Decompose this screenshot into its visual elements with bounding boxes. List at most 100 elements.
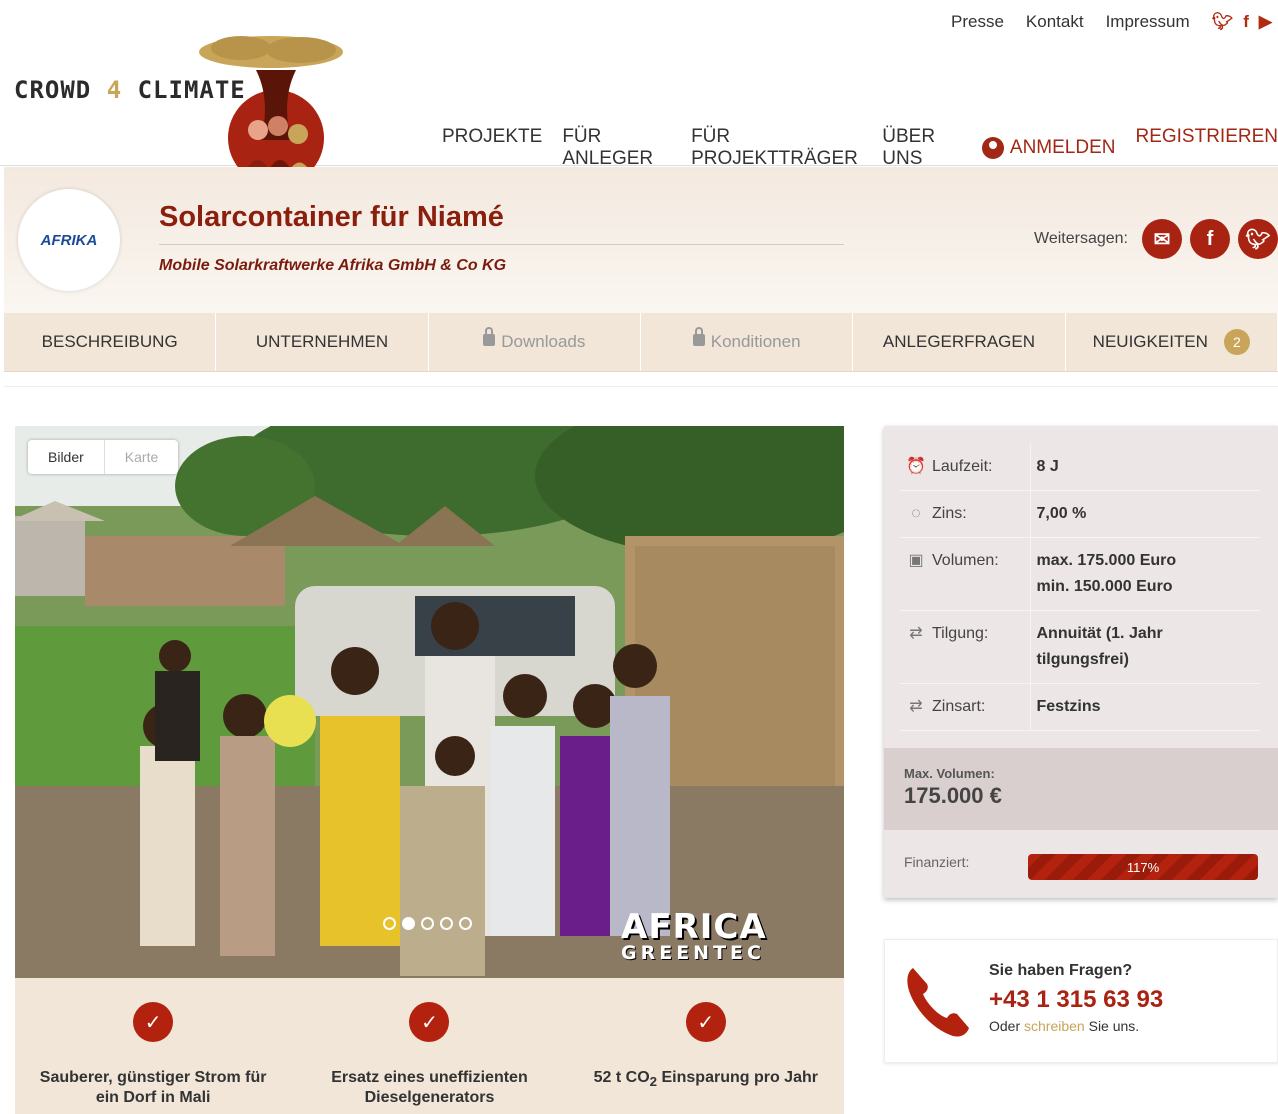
- nav-projekte[interactable]: PROJEKTE: [442, 126, 542, 170]
- condition-row-laufzeit: ⏰ Laufzeit: 8 J: [900, 444, 1260, 491]
- repeat-icon: ⇄: [909, 625, 923, 642]
- funding-progress-bar: 117%: [1028, 854, 1258, 880]
- write-prefix: Oder: [989, 1018, 1025, 1034]
- repeat-icon: ⇄: [909, 698, 923, 715]
- social-links: 🐦︎ f ▶: [1212, 12, 1272, 32]
- login-link[interactable]: ANMELDEN: [981, 126, 1116, 170]
- email-icon[interactable]: ✉: [1142, 219, 1182, 259]
- write-email-link[interactable]: schreiben: [1024, 1018, 1085, 1034]
- watermark-line-1: AFRICA: [621, 907, 767, 947]
- contact-question: Sie haben Fragen?: [989, 962, 1133, 979]
- nav-ueber-uns[interactable]: ÜBER UNS: [882, 126, 962, 170]
- company-logo-text: AFRIKA: [40, 231, 98, 249]
- tab-anlegerfragen[interactable]: ANLEGERFRAGEN: [853, 313, 1066, 371]
- tab-konditionen[interactable]: Konditionen: [641, 313, 854, 371]
- highlight-text-suffix: Einsparung pro Jahr: [657, 1069, 818, 1086]
- project-company-logo: AFRIKA: [18, 189, 120, 291]
- condition-label: Zins:: [932, 505, 967, 522]
- logo-four: 4: [106, 76, 123, 104]
- twitter-icon[interactable]: 🐦︎: [1212, 12, 1234, 32]
- gallery-view-toggle: Bilder Karte: [28, 440, 179, 474]
- slide-dot-active[interactable]: [402, 917, 415, 930]
- tab-unternehmen[interactable]: UNTERNEHMEN: [216, 313, 429, 371]
- view-images-button[interactable]: Bilder: [28, 440, 105, 474]
- condition-row-tilgung: ⇄ Tilgung: Annuität (1. Jahr tilgungsfrei): [900, 610, 1260, 684]
- top-links: Presse Kontakt Impressum 🐦︎ f ▶: [951, 12, 1272, 32]
- logo-word-crowd: CROWD: [14, 76, 92, 104]
- tab-label: BESCHREIBUNG: [41, 332, 178, 351]
- youtube-icon[interactable]: ▶: [1259, 12, 1272, 32]
- view-map-button[interactable]: Karte: [105, 440, 178, 474]
- write-suffix: Sie uns.: [1084, 1018, 1140, 1034]
- condition-value-line: tilgungsfrei): [1036, 651, 1129, 668]
- facebook-icon[interactable]: f: [1190, 219, 1230, 259]
- nav-fuer-anleger[interactable]: FÜR ANLEGER: [562, 126, 671, 170]
- condition-key: ⇄ Zinsart:: [900, 683, 1031, 731]
- project-photo: [15, 426, 844, 978]
- condition-value: 7,00 %: [1030, 490, 1260, 538]
- funded-percent: 117%: [1126, 859, 1160, 875]
- login-label: ANMELDEN: [1009, 137, 1116, 158]
- max-volume-panel: Max. Volumen: 175.000 €: [884, 748, 1278, 830]
- user-icon: [981, 137, 1004, 159]
- contact-phone-number[interactable]: +43 1 315 63 93: [989, 986, 1163, 1014]
- highlight-item: ✓ 52 t CO2 Einsparung pro Jahr: [568, 978, 844, 1114]
- highlight-text-subscript: 2: [649, 1074, 658, 1090]
- project-highlights: ✓ Sauberer, günstiger Strom für ein Dorf…: [15, 978, 844, 1114]
- contact-link[interactable]: Kontakt: [1026, 12, 1084, 32]
- project-header: AFRIKA Solarcontainer für Niamé Mobile S…: [4, 167, 1278, 313]
- condition-label: Volumen:: [932, 552, 999, 569]
- condition-value-line: min. 150.000 Euro: [1036, 578, 1173, 595]
- share-bar: Weitersagen: ✉ f 🐦︎: [1034, 219, 1278, 259]
- highlight-text: Sauberer, günstiger Strom für ein Dorf i…: [39, 1069, 267, 1106]
- check-icon: ✓: [685, 1002, 726, 1042]
- condition-row-volumen: ▣ Volumen: max. 175.000 Euro min. 150.000 …: [900, 537, 1260, 611]
- register-link[interactable]: REGISTRIEREN: [1135, 126, 1278, 170]
- tab-downloads[interactable]: Downloads: [429, 313, 641, 371]
- twitter-icon[interactable]: 🐦︎: [1238, 219, 1278, 259]
- condition-key: ▣ Volumen:: [900, 537, 1031, 611]
- slide-indicators: [383, 917, 472, 930]
- tab-beschreibung[interactable]: BESCHREIBUNG: [4, 313, 217, 371]
- facebook-icon[interactable]: f: [1243, 12, 1249, 32]
- press-link[interactable]: Presse: [951, 12, 1004, 32]
- check-icon: ✓: [133, 1002, 174, 1042]
- condition-row-zins: ◌ Zins: 7,00 %: [900, 490, 1260, 538]
- project-company-name[interactable]: Mobile Solarkraftwerke Afrika GmbH & Co …: [159, 257, 506, 275]
- condition-label: Zinsart:: [932, 698, 986, 715]
- slide-dot[interactable]: [383, 917, 396, 930]
- condition-value-line: Annuität (1. Jahr: [1036, 625, 1163, 642]
- imprint-link[interactable]: Impressum: [1106, 12, 1190, 32]
- condition-key: ◌ Zins:: [900, 490, 1031, 538]
- tab-label: NEUIGKEITEN: [1092, 332, 1208, 351]
- project-tabs: BESCHREIBUNG UNTERNEHMEN Downloads Kondi…: [4, 313, 1278, 372]
- condition-value: max. 175.000 Euro min. 150.000 Euro: [1030, 537, 1260, 611]
- condition-row-zinsart: ⇄ Zinsart: Festzins: [900, 683, 1260, 731]
- condition-label: Tilgung:: [932, 625, 989, 642]
- project-image-gallery[interactable]: Bilder Karte AFRICA GREENTEC: [15, 426, 844, 978]
- condition-value: Festzins: [1030, 683, 1260, 731]
- max-volume-value: 175.000 €: [904, 783, 1002, 808]
- tab-label: ANLEGERFRAGEN: [882, 332, 1036, 351]
- nav-fuer-projekttraeger[interactable]: FÜR PROJEKTTRÄGER: [691, 126, 862, 170]
- conditions-table: ⏰ Laufzeit: 8 J ◌ Zins: 7,00 % ▣ Volumen: m…: [900, 444, 1260, 731]
- watermark-line-2: GREENTEC: [621, 942, 765, 964]
- piggybank-icon: ◌: [911, 505, 921, 522]
- slide-dot[interactable]: [459, 917, 472, 930]
- site-header: Presse Kontakt Impressum 🐦︎ f ▶ CROWD 4 …: [0, 0, 1278, 186]
- slide-dot[interactable]: [421, 917, 434, 930]
- lock-icon: [483, 327, 496, 346]
- check-icon: ✓: [409, 1002, 450, 1042]
- highlight-text-prefix: 52 t CO: [593, 1069, 650, 1086]
- project-title: Solarcontainer für Niamé: [159, 201, 844, 245]
- tab-label: Downloads: [501, 332, 586, 351]
- main-navigation: PROJEKTE FÜR ANLEGER FÜR PROJEKTTRÄGER Ü…: [442, 126, 1278, 170]
- funded-label: Finanziert:: [904, 854, 970, 870]
- max-volume-label: Max. Volumen:: [904, 766, 995, 781]
- slide-dot[interactable]: [440, 917, 453, 930]
- baobab-tree-logo: [199, 36, 343, 186]
- tab-neuigkeiten[interactable]: NEUIGKEITEN 2: [1066, 313, 1278, 371]
- phone-icon: [907, 968, 969, 1037]
- contact-write-line: Oder schreiben Sie uns.: [989, 1018, 1139, 1034]
- investment-conditions-box: ⏰ Laufzeit: 8 J ◌ Zins: 7,00 % ▣ Volumen: m…: [884, 426, 1278, 898]
